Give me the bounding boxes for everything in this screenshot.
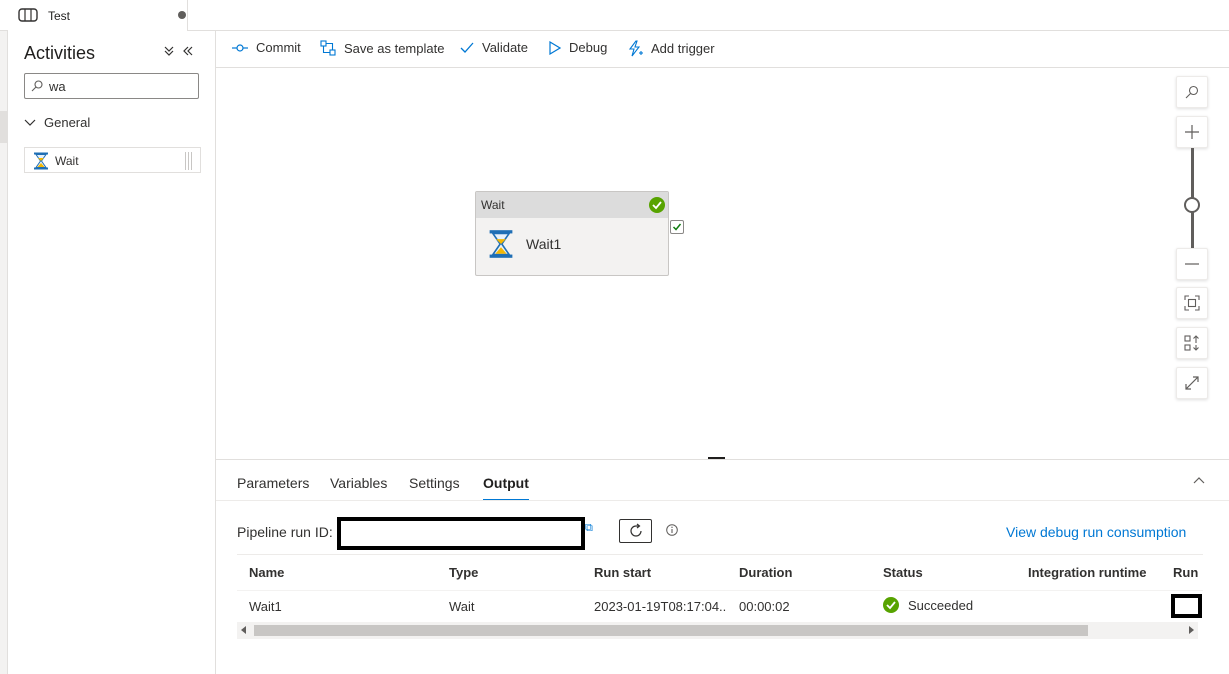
tab-title: Test (48, 9, 71, 23)
unsaved-changes-indicator (178, 11, 186, 19)
scrollbar-thumb[interactable] (254, 625, 1088, 636)
pipeline-run-id-label: Pipeline run ID: (237, 524, 333, 540)
validate-button[interactable]: Validate (460, 40, 528, 55)
activity-node-wait1[interactable]: Wait Wait1 (475, 191, 669, 276)
search-icon (1185, 85, 1199, 99)
left-nav-strip (0, 31, 8, 674)
cell-name[interactable]: Wait1 (249, 599, 282, 614)
refresh-icon (629, 523, 642, 537)
activities-search-input[interactable] (49, 77, 194, 95)
zoom-out-button[interactable] (1176, 248, 1208, 280)
column-header-status[interactable]: Status (883, 565, 923, 580)
run-cell-redacted (1171, 594, 1202, 618)
commit-icon (232, 43, 248, 52)
drag-handle-icon[interactable] (185, 152, 195, 170)
zoom-to-fit-button[interactable] (1176, 287, 1208, 319)
validate-label: Validate (482, 40, 529, 55)
cell-status: Succeeded (883, 597, 973, 613)
scroll-left-arrow[interactable] (241, 626, 246, 634)
status-label: Succeeded (908, 597, 974, 613)
activities-panel: Activities General Wait (8, 31, 216, 674)
zoom-in-button[interactable] (1176, 116, 1208, 148)
column-header-duration[interactable]: Duration (739, 565, 792, 580)
tab-output[interactable]: Output (483, 475, 529, 501)
lightning-icon (628, 40, 643, 57)
output-grid-top-border (237, 554, 1203, 555)
activity-node-type: Wait (481, 198, 505, 212)
cell-type: Wait (449, 599, 475, 614)
properties-panel: Parameters Variables Settings Output Pip… (216, 459, 1229, 674)
column-header-name[interactable]: Name (249, 565, 284, 580)
collapse-panel-icon[interactable] (1193, 476, 1205, 484)
tab-variables[interactable]: Variables (330, 475, 387, 491)
refresh-button[interactable] (619, 519, 652, 543)
success-check-icon (883, 597, 899, 613)
cell-run-start: 2023-01-19T08:17:04.. (594, 599, 727, 614)
add-trigger-button[interactable]: Add trigger (627, 40, 715, 57)
auto-align-icon (1184, 335, 1199, 351)
column-header-run[interactable]: Run (1173, 565, 1198, 580)
hide-panel-icon[interactable] (182, 45, 194, 57)
port-check-icon (672, 223, 682, 231)
success-check-icon (649, 197, 665, 213)
search-icon (31, 80, 43, 92)
expand-icon (1185, 376, 1199, 390)
pipeline-toolbar: Commit Save as template Validate Debug A… (216, 31, 1229, 68)
tabs-divider (216, 500, 1229, 501)
document-tab-bar: Test (0, 0, 1229, 31)
expand-canvas-button[interactable] (1176, 367, 1208, 399)
debug-button[interactable]: Debug (549, 40, 607, 55)
activity-item-wait[interactable]: Wait (24, 147, 201, 173)
save-as-template-button[interactable]: Save as template (320, 40, 444, 56)
activity-group-general[interactable]: General (24, 115, 90, 130)
tab-test[interactable]: Test (8, 0, 188, 31)
info-icon[interactable] (666, 524, 678, 536)
header-row-divider (237, 590, 1203, 591)
pipeline-run-id-value-redacted (337, 517, 585, 550)
copy-icon[interactable]: ⧉ (585, 521, 593, 535)
pipeline-canvas[interactable]: Wait Wait1 (216, 68, 1229, 459)
left-nav-selected[interactable] (0, 111, 8, 143)
add-trigger-label: Add trigger (651, 41, 715, 56)
output-grid-horizontal-scrollbar[interactable] (237, 622, 1198, 639)
activity-node-name: Wait1 (526, 236, 562, 252)
minus-icon (1185, 263, 1199, 265)
debug-label: Debug (569, 40, 608, 55)
success-output-port[interactable] (670, 220, 684, 234)
collapse-all-icon[interactable] (163, 45, 175, 57)
pipeline-icon (18, 8, 38, 22)
column-header-integration-runtime[interactable]: Integration runtime (1028, 565, 1146, 580)
column-header-type[interactable]: Type (449, 565, 478, 580)
checkmark-icon (460, 42, 474, 53)
hourglass-icon (33, 152, 49, 170)
activity-item-label: Wait (55, 154, 79, 168)
play-icon (549, 40, 561, 55)
plus-icon (1185, 125, 1199, 139)
save-as-template-label: Save as template (344, 40, 445, 56)
auto-align-button[interactable] (1176, 327, 1208, 359)
zoom-slider-thumb[interactable] (1184, 197, 1200, 213)
column-header-run-start[interactable]: Run start (594, 565, 651, 580)
tab-parameters[interactable]: Parameters (237, 475, 309, 491)
activity-node-header: Wait (476, 192, 668, 218)
chevron-down-icon (24, 119, 36, 126)
tab-settings[interactable]: Settings (409, 475, 460, 491)
hourglass-icon (488, 229, 514, 259)
activities-search-field[interactable] (24, 73, 199, 99)
activities-title: Activities (24, 43, 96, 63)
canvas-search-button[interactable] (1176, 76, 1208, 108)
activity-group-label: General (44, 115, 91, 130)
scroll-right-arrow[interactable] (1189, 626, 1194, 634)
commit-label: Commit (256, 40, 301, 55)
commit-button[interactable]: Commit (232, 40, 301, 55)
cell-duration: 00:00:02 (739, 599, 790, 614)
fit-to-screen-icon (1184, 295, 1200, 311)
view-debug-run-consumption-link[interactable]: View debug run consumption (1006, 524, 1186, 540)
template-icon (320, 40, 336, 56)
